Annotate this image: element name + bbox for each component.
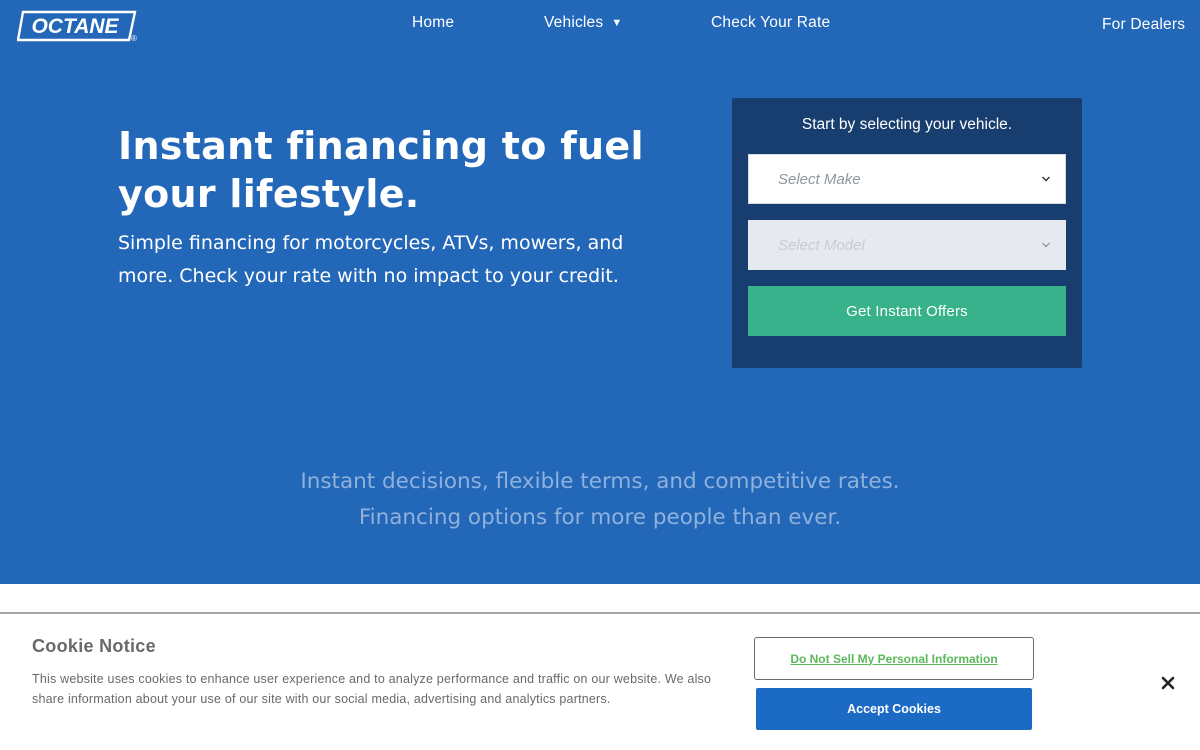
select-model-placeholder: Select Model (778, 237, 865, 254)
accept-cookies-button[interactable]: Accept Cookies (756, 688, 1032, 730)
select-make-dropdown[interactable]: Select Make (748, 154, 1066, 204)
tagline-line-2: Financing options for more people than e… (358, 505, 842, 530)
tagline-line-1: Instant decisions, flexible terms, and c… (300, 469, 900, 494)
svg-text:®: ® (131, 34, 137, 42)
nav-check-your-rate[interactable]: Check Your Rate (711, 14, 830, 32)
cookie-banner: Cookie Notice This website uses cookies … (0, 612, 1200, 750)
nav-home[interactable]: Home (412, 14, 454, 32)
hero-title: Instant financing to fuel your lifestyle… (118, 124, 644, 216)
nav-vehicles-label: Vehicles (544, 14, 604, 31)
hero-section: OCTANE ® Home Vehicles ▼ Check Your Rate … (0, 0, 1200, 584)
octane-logo[interactable]: OCTANE ® (17, 10, 137, 42)
hero-subtitle: Simple financing for motorcycles, ATVs, … (118, 232, 624, 287)
nav-for-dealers[interactable]: For Dealers (1102, 16, 1185, 34)
chevron-down-icon (1042, 242, 1050, 248)
octane-logo-icon: OCTANE ® (17, 10, 137, 42)
caret-down-icon: ▼ (611, 17, 623, 29)
get-instant-offers-button[interactable]: Get Instant Offers (748, 286, 1066, 336)
nav-vehicles[interactable]: Vehicles ▼ (544, 14, 622, 32)
cookie-title: Cookie Notice (32, 636, 156, 656)
close-icon[interactable] (1157, 672, 1179, 694)
tagline: Instant decisions, flexible terms, and c… (0, 464, 1200, 536)
select-model-dropdown[interactable]: Select Model (748, 220, 1066, 270)
svg-text:OCTANE: OCTANE (31, 15, 119, 38)
select-make-placeholder: Select Make (778, 171, 861, 188)
vehicle-select-card: Start by selecting your vehicle. Select … (732, 98, 1082, 368)
card-prompt: Start by selecting your vehicle. (801, 116, 1013, 133)
chevron-down-icon (1042, 176, 1050, 182)
cookie-text: This website uses cookies to enhance use… (32, 672, 712, 706)
do-not-sell-button[interactable]: Do Not Sell My Personal Information (754, 637, 1034, 680)
